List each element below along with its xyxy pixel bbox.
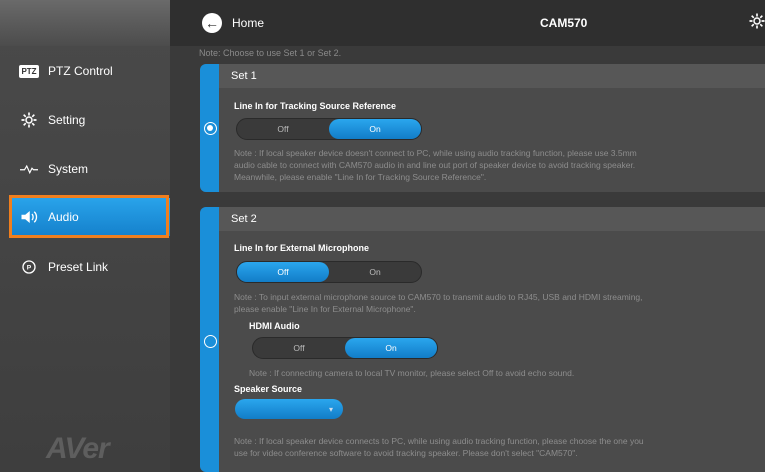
set1-card: Set 1 Line In for Tracking Source Refere… (200, 64, 765, 192)
set1-note-line2: audio cable to connect with CAM570 audio… (234, 160, 636, 170)
toggle-off-option[interactable]: Off (237, 119, 329, 139)
gear-icon (20, 111, 38, 129)
set1-title: Set 1 (231, 70, 257, 82)
camera-title: CAM570 (540, 16, 588, 30)
toggle-on-option[interactable]: On (329, 262, 421, 282)
line-in-tracking-toggle[interactable]: Off On (236, 118, 422, 140)
hdmi-audio-label: HDMI Audio (249, 321, 300, 331)
sidebar-item-label: System (48, 162, 89, 176)
active-highlight-outline (9, 195, 169, 238)
sidebar-item-label: Setting (48, 113, 86, 127)
top-note: Note: Choose to use Set 1 or Set 2. (199, 48, 342, 58)
speaker-note-line1: Note : If local speaker device connects … (234, 436, 644, 446)
sidebar-item-label: PTZ Control (48, 64, 113, 78)
sidebar-item-setting[interactable]: Setting (0, 98, 170, 142)
sidebar-item-preset-link[interactable]: P Preset Link (0, 245, 170, 289)
sidebar-item-ptz-control[interactable]: PTZ PTZ Control (0, 49, 170, 93)
speaker-source-label: Speaker Source (234, 384, 303, 394)
pulse-icon (20, 160, 38, 178)
sidebar-item-label: Preset Link (48, 260, 109, 274)
set1-radio[interactable] (204, 122, 217, 135)
line-in-mic-label: Line In for External Microphone (234, 243, 370, 253)
ptz-icon: PTZ (19, 64, 39, 78)
line-in-tracking-label: Line In for Tracking Source Reference (234, 101, 397, 111)
toggle-off-option[interactable]: Off (253, 338, 345, 358)
sidebar-item-system[interactable]: System (0, 147, 170, 191)
preset-icon: P (20, 258, 38, 276)
set1-note-line3: Meanwhile, please enable "Line In for Tr… (234, 172, 487, 182)
aver-logo: AVer (46, 432, 110, 465)
toggle-off-option[interactable]: Off (237, 262, 329, 282)
line-in-mic-toggle[interactable]: Off On (236, 261, 422, 283)
set2-card: Set 2 Line In for External Microphone Of… (200, 207, 765, 472)
chevron-down-icon: ▾ (328, 404, 333, 414)
back-arrow-icon[interactable]: ← (202, 13, 222, 33)
sidebar: PTZ PTZ Control Setting System Audio P P… (0, 0, 170, 472)
settings-gear-icon[interactable] (748, 12, 765, 36)
toggle-on-option[interactable]: On (329, 119, 421, 139)
set2-header: Set 2 (219, 207, 765, 231)
sidebar-header (0, 0, 170, 46)
set2-note-line1: Note : To input external microphone sour… (234, 292, 643, 302)
hdmi-audio-toggle[interactable]: Off On (252, 337, 438, 359)
home-link[interactable]: Home (232, 16, 264, 30)
speaker-note-line2: use for video conference software to avo… (234, 448, 578, 458)
speaker-source-select[interactable]: ▾ (235, 399, 343, 419)
set1-note-line1: Note : If local speaker device doesn't c… (234, 148, 637, 158)
set2-note-line2: please enable "Line In for External Micr… (234, 304, 416, 314)
svg-text:P: P (27, 265, 32, 272)
hdmi-note: Note : If connecting camera to local TV … (249, 368, 575, 378)
set2-radio[interactable] (204, 335, 217, 348)
set2-title: Set 2 (231, 213, 257, 225)
set1-header: Set 1 (219, 64, 765, 88)
toggle-on-option[interactable]: On (345, 338, 437, 358)
top-bar: ← Home CAM570 (170, 0, 765, 46)
